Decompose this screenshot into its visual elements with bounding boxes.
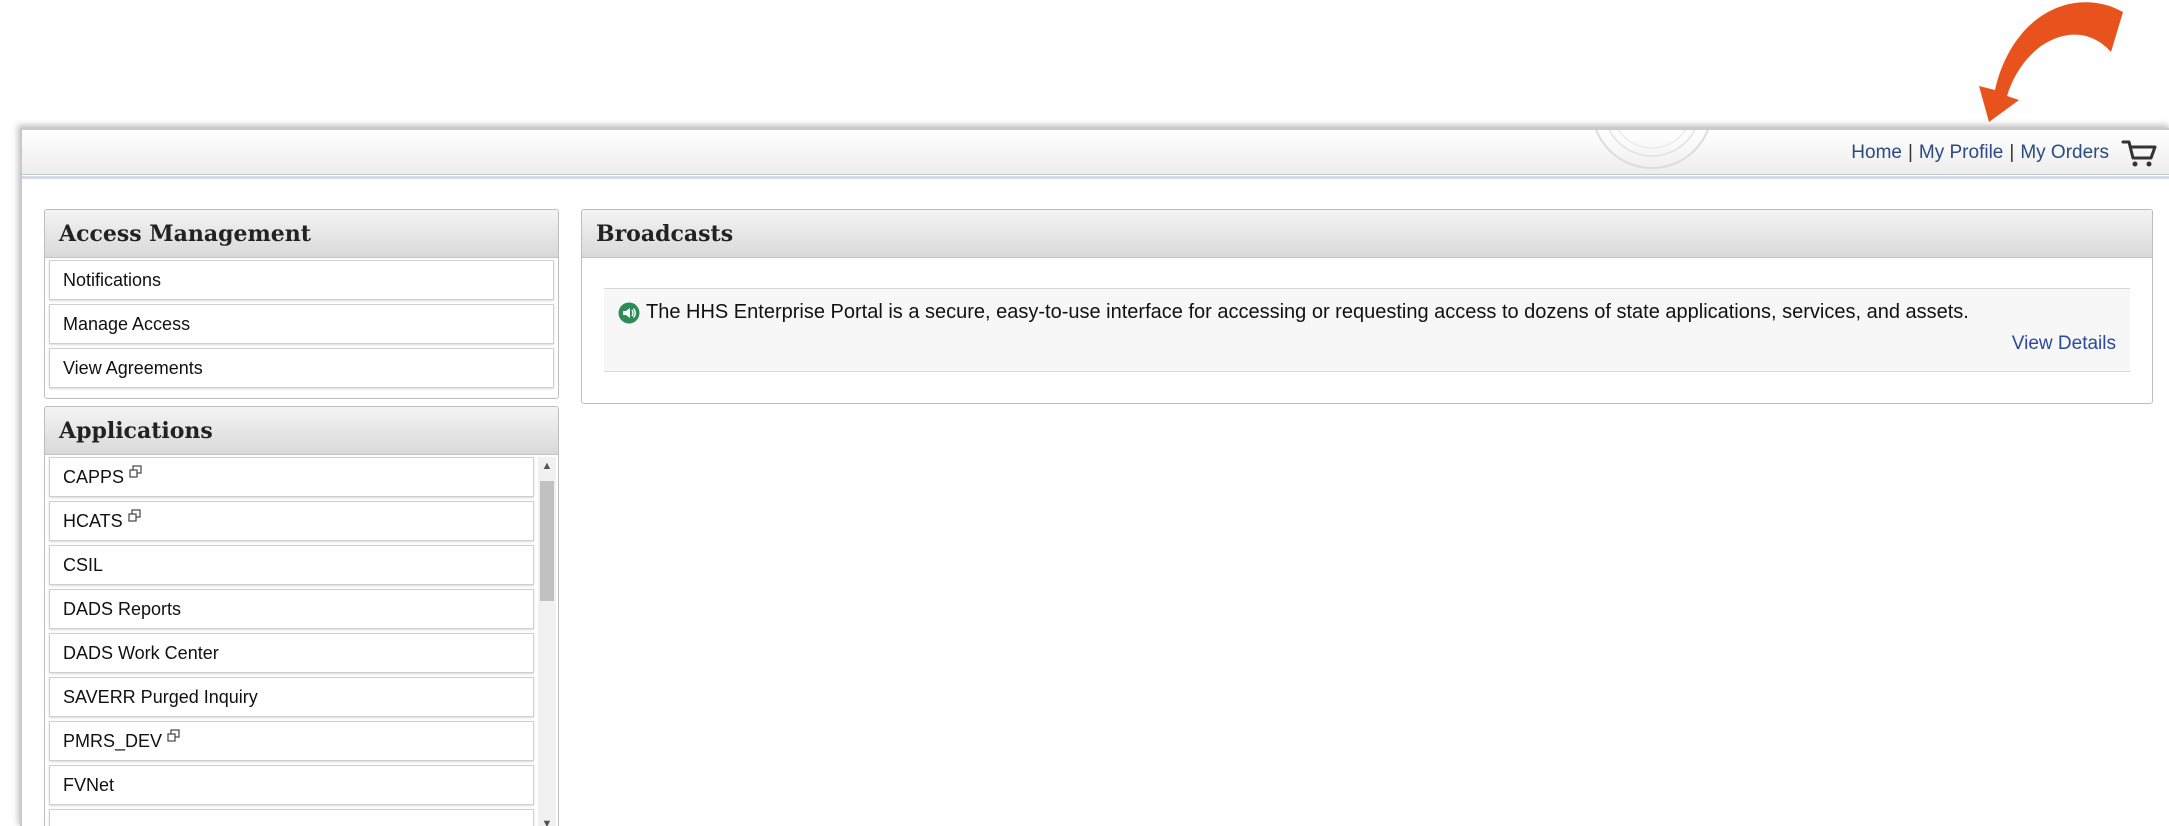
nav-separator: | [2009,142,2015,163]
app-item-fvnet[interactable]: FVNet [49,765,534,805]
list-item-label: HCATS [63,510,123,531]
scroll-thumb[interactable] [540,481,554,601]
list-item-label: PMRS_DEV [63,730,163,751]
external-window-icon [167,728,180,742]
app-item-partial[interactable] [49,809,534,826]
app-item-csil[interactable]: CSIL [49,545,534,585]
list-item-label: Notifications [63,269,162,290]
scroll-up-arrow-icon[interactable]: ▲ [538,457,556,475]
applications-title: Applications [45,407,558,455]
screenshot-stage: Home | My Profile | My Orders Access Man… [0,0,2169,826]
view-agreements-link[interactable]: View Agreements [49,348,554,388]
applications-list: CAPPS HCATS CSIL DADS Reports DADS Work … [45,455,534,826]
list-item-label: DADS Reports [63,598,182,619]
access-management-list: Notifications Manage Access View Agreeme… [45,258,558,388]
list-item-label: CSIL [63,554,104,575]
speaker-icon [618,302,640,323]
list-item-label: FVNet [63,774,115,795]
app-item-capps[interactable]: CAPPS [49,457,534,497]
my-orders-link[interactable]: My Orders [2020,142,2109,164]
external-window-icon [128,508,141,522]
manage-access-link[interactable]: Manage Access [49,304,554,344]
external-window-icon [129,464,142,478]
notifications-link[interactable]: Notifications [49,260,554,300]
applications-scrollbar[interactable]: ▲ ▼ [538,457,556,826]
app-item-saverr-purged-inquiry[interactable]: SAVERR Purged Inquiry [49,677,534,717]
top-bar: Home | My Profile | My Orders [22,130,2169,175]
header-divider [22,176,2169,179]
view-details-link[interactable]: View Details [2012,333,2116,355]
annotation-arrow-icon [1979,2,2123,122]
portal-window: Home | My Profile | My Orders Access Man… [20,128,2169,826]
state-seal-icon [1595,130,1709,169]
access-management-panel: Access Management Notifications Manage A… [44,209,559,399]
scroll-down-arrow-icon[interactable]: ▼ [538,815,556,826]
my-profile-link[interactable]: My Profile [1919,142,2003,164]
broadcasts-panel: Broadcasts The HHS Enterprise Portal is … [581,209,2153,404]
list-item-label: View Agreements [63,357,203,378]
applications-panel: Applications CAPPS HCATS CSIL DADS Repor… [44,406,559,826]
list-item-label: SAVERR Purged Inquiry [63,686,258,707]
nav-separator: | [1907,142,1913,163]
top-navigation: Home | My Profile | My Orders [1851,138,2157,168]
app-item-dads-work-center[interactable]: DADS Work Center [49,633,534,673]
shopping-cart-icon[interactable] [2121,138,2157,168]
list-item-label: CAPPS [63,466,125,487]
broadcast-message-box: The HHS Enterprise Portal is a secure, e… [604,288,2130,372]
home-link[interactable]: Home [1851,142,1902,164]
applications-scroll-area: CAPPS HCATS CSIL DADS Reports DADS Work … [45,455,558,826]
list-item-label: DADS Work Center [63,642,219,663]
app-item-pmrs-dev[interactable]: PMRS_DEV [49,721,534,761]
app-item-hcats[interactable]: HCATS [49,501,534,541]
access-management-title: Access Management [45,210,558,258]
list-item-label: Manage Access [63,313,191,334]
broadcast-message: The HHS Enterprise Portal is a secure, e… [618,301,1969,324]
broadcasts-title: Broadcasts [582,210,2152,258]
app-item-dads-reports[interactable]: DADS Reports [49,589,534,629]
broadcast-text: The HHS Enterprise Portal is a secure, e… [646,301,1969,323]
